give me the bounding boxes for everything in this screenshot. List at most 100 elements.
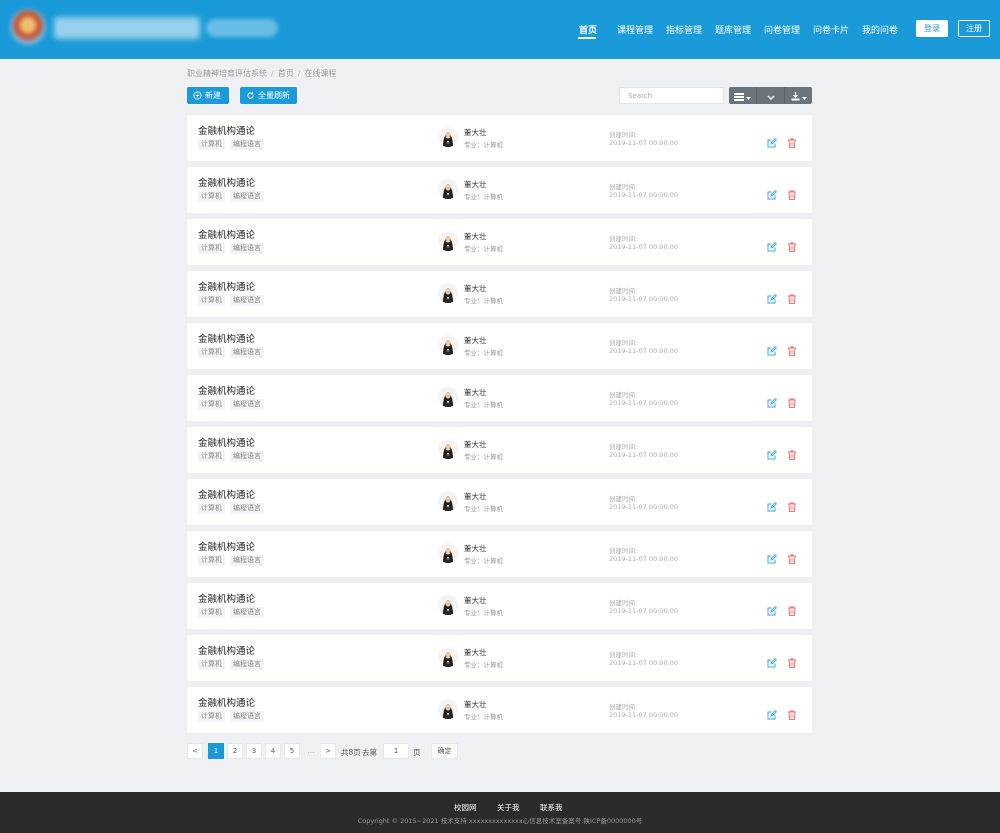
course-card[interactable]: 金融机构通论 计算机 编程语言 董大壮 专业：计算机 创建时间: 2019-11… xyxy=(187,115,812,161)
footer-link-campus[interactable]: 校园网 xyxy=(454,802,477,813)
next-page-button[interactable]: > xyxy=(320,743,336,759)
breadcrumb: 职业精神培育评估系统 / 首页 / 在线课程 xyxy=(187,68,336,79)
created-time-label: 创建时间: xyxy=(609,547,638,555)
prev-page-button[interactable]: < xyxy=(187,743,203,759)
goto-confirm-button[interactable]: 确定 xyxy=(431,743,458,759)
download-icon xyxy=(791,86,800,105)
trash-icon[interactable] xyxy=(787,133,797,148)
course-title[interactable]: 金融机构通论 xyxy=(198,123,255,137)
created-time-value: 2019-11-07 00:00:00 xyxy=(609,399,679,407)
login-button[interactable]: 登录 xyxy=(916,20,948,37)
edit-icon[interactable] xyxy=(767,185,778,200)
breadcrumb-separator: / xyxy=(271,69,274,78)
created-time-value: 2019-11-07 00:00:00 xyxy=(609,191,679,199)
breadcrumb-system[interactable]: 职业精神培育评估系统 xyxy=(187,69,267,78)
course-title[interactable]: 金融机构通论 xyxy=(198,591,255,605)
course-card[interactable]: 金融机构通论 计算机 编程语言 董大壮 专业：计算机 创建时间: 2019-11… xyxy=(187,635,812,681)
created-time-value: 2019-11-07 00:00:00 xyxy=(609,451,679,459)
nav-question-bank[interactable]: 题库管理 xyxy=(715,23,751,36)
nav-home[interactable]: 首页 xyxy=(579,23,597,36)
edit-icon[interactable] xyxy=(767,237,778,252)
footer-link-contact[interactable]: 联系我 xyxy=(540,802,563,813)
edit-icon[interactable] xyxy=(767,601,778,616)
page-unit-text: 页 xyxy=(413,748,421,757)
course-card[interactable]: 金融机构通论 计算机 编程语言 董大壮 专业：计算机 创建时间: 2019-11… xyxy=(187,479,812,525)
course-card[interactable]: 金融机构通论 计算机 编程语言 董大壮 专业：计算机 创建时间: 2019-11… xyxy=(187,687,812,733)
edit-icon[interactable] xyxy=(767,133,778,148)
edit-icon[interactable] xyxy=(767,445,778,460)
teacher-major: 专业：计算机 xyxy=(464,505,503,513)
course-title[interactable]: 金融机构通论 xyxy=(198,539,255,553)
edit-icon[interactable] xyxy=(767,705,778,720)
goto-page-input[interactable] xyxy=(383,743,409,759)
course-title[interactable]: 金融机构通论 xyxy=(198,331,255,345)
course-title[interactable]: 金融机构通论 xyxy=(198,279,255,293)
teacher-name: 董大壮 xyxy=(464,128,487,137)
course-title[interactable]: 金融机构通论 xyxy=(198,487,255,501)
trash-icon[interactable] xyxy=(787,341,797,356)
course-title[interactable]: 金融机构通论 xyxy=(198,695,255,709)
nav-survey-cards[interactable]: 问卷卡片 xyxy=(813,23,849,36)
course-card[interactable]: 金融机构通论 计算机 编程语言 董大壮 专业：计算机 创建时间: 2019-11… xyxy=(187,531,812,577)
teacher-name: 董大壮 xyxy=(464,388,487,397)
teacher-avatar xyxy=(438,647,458,667)
course-card[interactable]: 金融机构通论 计算机 编程语言 董大壮 专业：计算机 创建时间: 2019-11… xyxy=(187,583,812,629)
course-card[interactable]: 金融机构通论 计算机 编程语言 董大壮 专业：计算机 创建时间: 2019-11… xyxy=(187,323,812,369)
created-time-value: 2019-11-07 00:00:00 xyxy=(609,659,679,667)
course-title[interactable]: 金融机构通论 xyxy=(198,227,255,241)
trash-icon[interactable] xyxy=(787,393,797,408)
trash-icon[interactable] xyxy=(787,601,797,616)
edit-icon[interactable] xyxy=(767,497,778,512)
teacher-avatar xyxy=(438,335,458,355)
page-button-1[interactable]: 1 xyxy=(208,743,224,759)
course-title[interactable]: 金融机构通论 xyxy=(198,643,255,657)
course-tag: 编程语言 xyxy=(230,191,264,202)
nav-course-management[interactable]: 课程管理 xyxy=(617,23,653,36)
course-tag: 编程语言 xyxy=(230,659,264,670)
search-input[interactable] xyxy=(619,87,724,104)
refresh-all-button[interactable]: 全量刷新 xyxy=(240,87,297,104)
trash-icon[interactable] xyxy=(787,445,797,460)
trash-icon[interactable] xyxy=(787,653,797,668)
course-card[interactable]: 金融机构通论 计算机 编程语言 董大壮 专业：计算机 创建时间: 2019-11… xyxy=(187,375,812,421)
toggle-columns-button[interactable] xyxy=(757,87,785,104)
nav-indicator-management[interactable]: 指标管理 xyxy=(666,23,702,36)
course-card[interactable]: 金融机构通论 计算机 编程语言 董大壮 专业：计算机 创建时间: 2019-11… xyxy=(187,167,812,213)
trash-icon[interactable] xyxy=(787,549,797,564)
edit-icon[interactable] xyxy=(767,653,778,668)
teacher-name: 董大壮 xyxy=(464,440,487,449)
footer-link-about[interactable]: 关于我 xyxy=(497,802,520,813)
course-card[interactable]: 金融机构通论 计算机 编程语言 董大壮 专业：计算机 创建时间: 2019-11… xyxy=(187,271,812,317)
teacher-avatar xyxy=(438,387,458,407)
view-mode-dropdown[interactable] xyxy=(729,87,757,104)
register-button[interactable]: 注册 xyxy=(958,20,990,37)
breadcrumb-home[interactable]: 首页 xyxy=(278,69,294,78)
course-card[interactable]: 金融机构通论 计算机 编程语言 董大壮 专业：计算机 创建时间: 2019-11… xyxy=(187,427,812,473)
trash-icon[interactable] xyxy=(787,497,797,512)
edit-icon[interactable] xyxy=(767,393,778,408)
created-time-label: 创建时间: xyxy=(609,703,638,711)
export-dropdown[interactable] xyxy=(785,87,812,104)
trash-icon[interactable] xyxy=(787,185,797,200)
page-button-2[interactable]: 2 xyxy=(227,743,243,759)
course-title[interactable]: 金融机构通论 xyxy=(198,383,255,397)
logo-icon[interactable] xyxy=(10,9,46,45)
nav-my-surveys[interactable]: 我的问卷 xyxy=(862,23,898,36)
top-navbar: 首页 课程管理 指标管理 题库管理 问卷管理 问卷卡片 我的问卷 登录 注册 xyxy=(0,0,1000,59)
course-title[interactable]: 金融机构通论 xyxy=(198,175,255,189)
course-tag: 计算机 xyxy=(198,711,225,722)
created-time-label: 创建时间: xyxy=(609,339,638,347)
page-button-3[interactable]: 3 xyxy=(246,743,262,759)
page-button-5[interactable]: 5 xyxy=(284,743,300,759)
course-title[interactable]: 金融机构通论 xyxy=(198,435,255,449)
edit-icon[interactable] xyxy=(767,289,778,304)
nav-survey-management[interactable]: 问卷管理 xyxy=(764,23,800,36)
edit-icon[interactable] xyxy=(767,549,778,564)
course-card[interactable]: 金融机构通论 计算机 编程语言 董大壮 专业：计算机 创建时间: 2019-11… xyxy=(187,219,812,265)
page-button-4[interactable]: 4 xyxy=(265,743,281,759)
trash-icon[interactable] xyxy=(787,289,797,304)
trash-icon[interactable] xyxy=(787,237,797,252)
new-button[interactable]: 新建 xyxy=(187,87,229,104)
edit-icon[interactable] xyxy=(767,341,778,356)
trash-icon[interactable] xyxy=(787,705,797,720)
